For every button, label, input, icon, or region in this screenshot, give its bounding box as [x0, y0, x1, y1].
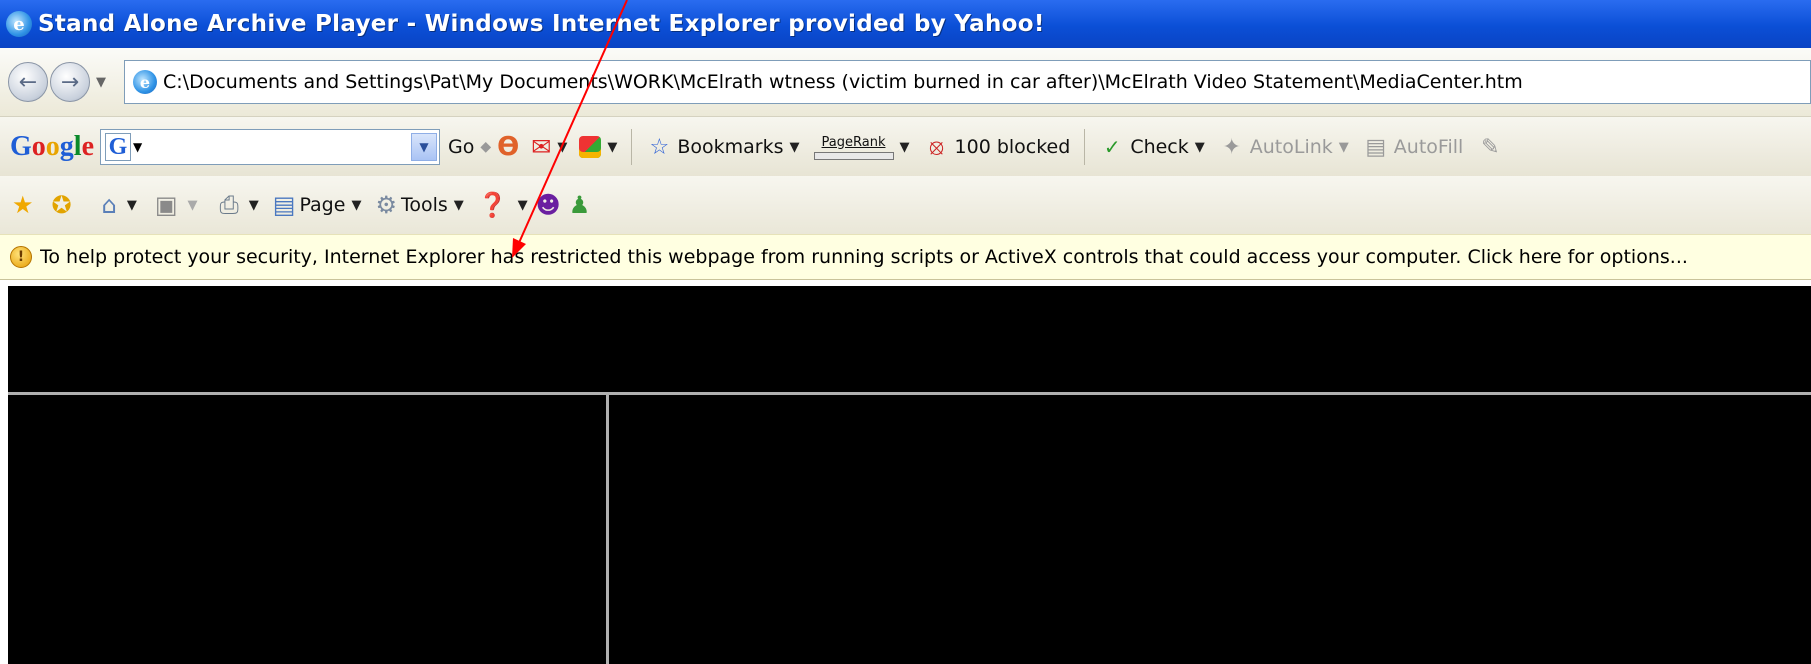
security-message[interactable]: To help protect your security, Internet … — [40, 246, 1688, 268]
page-content — [0, 280, 1811, 664]
toolbar-separator — [1084, 129, 1086, 165]
frame-divider-horizontal — [8, 392, 1811, 395]
address-url[interactable]: C:\Documents and Settings\Pat\My Documen… — [163, 71, 1523, 93]
google-search-input[interactable]: G ▼ ▼ — [100, 129, 440, 165]
options-wrench-icon[interactable]: ✎ — [1477, 134, 1508, 160]
frame-divider-vertical — [606, 395, 609, 664]
feeds-button[interactable]: ▣ ▼ — [155, 191, 198, 219]
media-player-area[interactable] — [8, 286, 1811, 664]
favorites-star-icon[interactable]: ★ — [12, 191, 38, 219]
page-icon: ▤ — [272, 191, 296, 219]
popup-blocked-icon: ⦻ — [929, 134, 944, 160]
help-icon: ❓ — [477, 191, 508, 219]
warning-shield-icon: ! — [10, 246, 32, 268]
go-button[interactable]: Go — [448, 136, 474, 158]
recent-pages-dropdown[interactable]: ▼ — [96, 75, 106, 90]
toolbar-separator — [631, 129, 633, 165]
window-title: Stand Alone Archive Player - Windows Int… — [38, 11, 1045, 37]
gmail-icon[interactable]: ✉ ▼ — [531, 133, 567, 161]
tools-menu[interactable]: ⚙ Tools ▼ — [375, 191, 463, 219]
autofill-button[interactable]: ▤ AutoFill — [1363, 134, 1463, 160]
google-g-icon[interactable]: G — [105, 133, 131, 161]
address-field[interactable]: e C:\Documents and Settings\Pat\My Docum… — [124, 60, 1811, 104]
page-menu[interactable]: ▤ Page ▼ — [273, 191, 362, 219]
autolink-button[interactable]: ✦ AutoLink ▼ — [1219, 134, 1349, 160]
print-button[interactable]: ⎙ ▼ — [220, 191, 259, 219]
internet-explorer-icon: e — [6, 11, 32, 37]
pagerank-indicator[interactable]: PageRank ▼ — [813, 135, 910, 160]
home-icon: ⌂ — [101, 191, 117, 219]
spellcheck-icon: ✓ — [1103, 135, 1121, 159]
swirl-icon[interactable]: ϴ — [497, 132, 519, 162]
gear-icon: ⚙ — [375, 191, 397, 219]
form-icon: ▤ — [1365, 134, 1387, 160]
rss-feed-icon: ▣ — [154, 191, 178, 219]
add-favorites-icon[interactable]: ✪ — [52, 191, 76, 219]
popup-blocker-button[interactable]: ⦻ 100 blocked — [924, 134, 1070, 160]
search-history-dropdown[interactable]: ▼ — [411, 133, 437, 161]
forward-button[interactable]: → — [50, 62, 90, 102]
command-bar: ★ ✪ ⌂ ▼ ▣ ▼ ⎙ ▼ ▤ Page ▼ ⚙ Tools ▼ ❓ ▼ ☻ ♟ — [0, 176, 1811, 234]
bookmarks-button[interactable]: ☆ Bookmarks ▼ — [646, 134, 799, 160]
apps-icon[interactable]: ▼ — [579, 136, 617, 158]
security-information-bar[interactable]: ! To help protect your security, Interne… — [0, 234, 1811, 280]
printer-icon: ⎙ — [219, 191, 239, 219]
help-menu[interactable]: ❓ ▼ — [478, 191, 528, 219]
yahoo-icon[interactable]: ☻ — [536, 191, 565, 219]
magic-wand-icon: ✦ — [1222, 134, 1241, 160]
back-button[interactable]: ← — [8, 62, 48, 102]
address-toolbar: ← → ▼ e C:\Documents and Settings\Pat\My… — [0, 48, 1811, 116]
google-toolbar: Google G ▼ ▼ Go ◆ ϴ ✉ ▼ ▼ ☆ Bookmarks ▼ Pag… — [0, 116, 1811, 178]
spell-check-button[interactable]: ✓ Check ▼ — [1099, 134, 1205, 160]
star-icon: ☆ — [649, 134, 670, 160]
home-button[interactable]: ⌂ ▼ — [102, 191, 137, 219]
google-logo[interactable]: Google — [10, 131, 94, 163]
messenger-icon[interactable]: ♟ — [569, 191, 595, 219]
page-icon: e — [133, 70, 157, 94]
resize-handle-icon[interactable]: ◆ — [480, 139, 491, 155]
chevron-down-icon[interactable]: ▼ — [133, 140, 142, 154]
title-bar: e Stand Alone Archive Player - Windows I… — [0, 0, 1811, 48]
